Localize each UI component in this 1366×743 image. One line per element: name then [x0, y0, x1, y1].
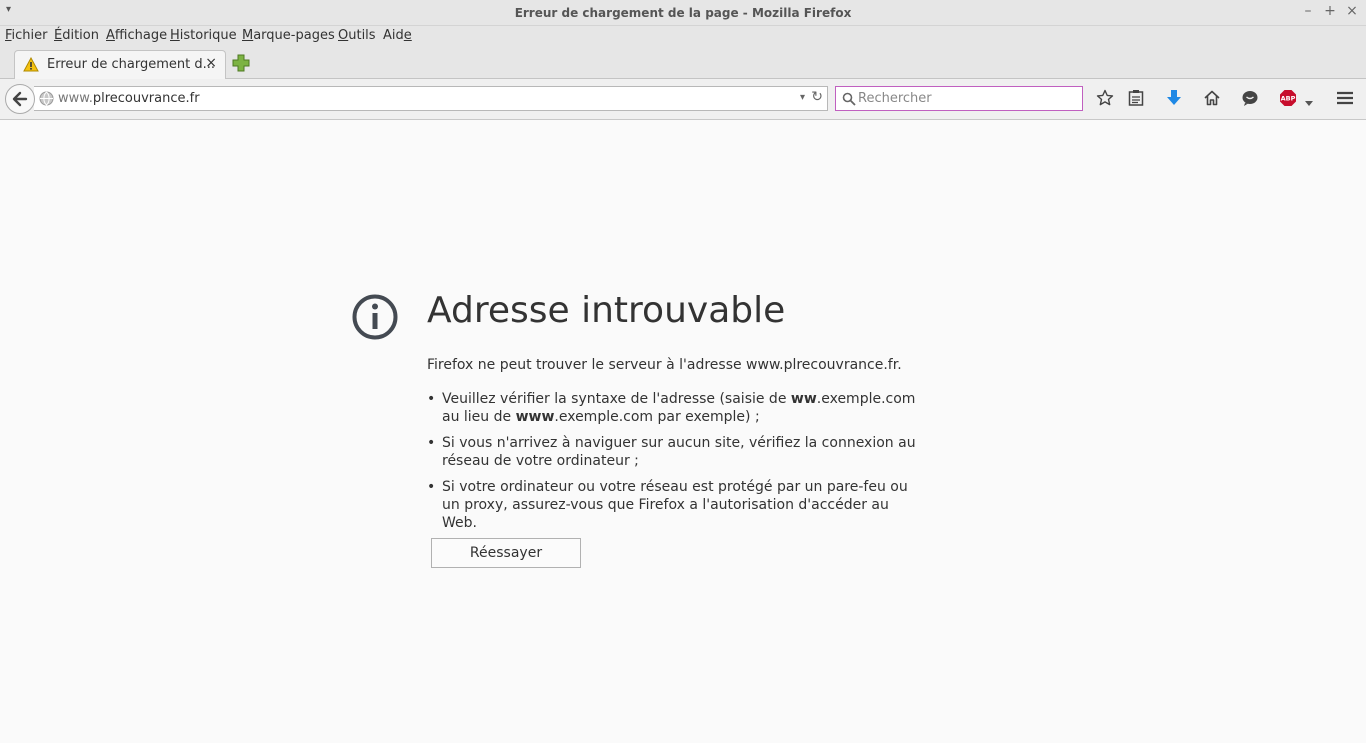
- suggestion-check-syntax: Veuillez vérifier la syntaxe de l'adress…: [427, 390, 927, 426]
- menu-accesskey: É: [54, 28, 63, 43]
- menu-label-post: utils: [348, 28, 376, 43]
- window-title: Erreur de chargement de la page - Mozill…: [514, 6, 852, 20]
- info-icon: [352, 294, 398, 344]
- chat-icon[interactable]: [1241, 89, 1259, 111]
- suggestion-bold: ww: [790, 391, 817, 407]
- url-domain: plrecouvrance.fr: [92, 91, 200, 106]
- error-description: Firefox ne peut trouver le serveur à l'a…: [427, 357, 902, 373]
- tab-title: Erreur de chargement d...: [47, 57, 215, 72]
- window-titlebar: ▾ Erreur de chargement de la page - Mozi…: [0, 0, 1366, 26]
- menu-affichage[interactable]: Affichage: [106, 28, 167, 43]
- menu-fichier[interactable]: Fichier: [5, 28, 48, 43]
- menu-accesskey: O: [338, 28, 349, 43]
- menu-accesskey: M: [242, 28, 254, 43]
- downloads-icon[interactable]: [1166, 89, 1182, 111]
- search-input[interactable]: [858, 89, 1076, 107]
- close-window-button[interactable]: ×: [1344, 3, 1360, 19]
- menu-label-post: istorique: [179, 28, 237, 43]
- suggestion-check-connection: Si vous n'arrivez à naviguer sur aucun s…: [427, 434, 927, 470]
- suggestion-text: .exemple.com par exemple) ;: [554, 409, 760, 425]
- suggestion-check-firewall: Si votre ordinateur ou votre réseau est …: [427, 478, 927, 532]
- menu-label-post: ichier: [11, 28, 48, 43]
- globe-icon: [39, 91, 54, 110]
- reading-list-icon[interactable]: [1128, 89, 1144, 111]
- menu-accesskey: A: [106, 28, 115, 43]
- suggestion-list: Veuillez vérifier la syntaxe de l'adress…: [427, 390, 927, 540]
- url-prefix: www.: [58, 91, 93, 106]
- url-dropmarker-icon[interactable]: ▾: [800, 92, 805, 103]
- warning-icon: [23, 56, 39, 76]
- adblock-plus-icon[interactable]: ABP: [1279, 89, 1297, 111]
- menu-label-post: ffichage: [114, 28, 168, 43]
- menu-label-post: dition: [62, 28, 99, 43]
- minimize-button[interactable]: –: [1300, 3, 1316, 19]
- menu-edition[interactable]: Édition: [54, 28, 99, 43]
- menubar: Fichier Édition Affichage Historique Mar…: [0, 26, 1366, 48]
- menu-historique[interactable]: Historique: [170, 28, 237, 43]
- menu-accesskey: e: [403, 28, 412, 43]
- tab-error-page[interactable]: Erreur de chargement d... ×: [14, 50, 226, 79]
- url-text[interactable]: www.plrecouvrance.fr: [58, 91, 200, 106]
- svg-text:ABP: ABP: [1281, 95, 1296, 103]
- tab-close-icon[interactable]: ×: [205, 55, 217, 71]
- suggestion-text: Veuillez vérifier la syntaxe de l'adress…: [442, 391, 791, 407]
- bookmark-star-icon[interactable]: [1096, 89, 1114, 111]
- search-icon: [842, 91, 856, 110]
- search-bar[interactable]: [835, 86, 1083, 111]
- error-title: Adresse introuvable: [427, 290, 786, 331]
- menu-marque-pages[interactable]: Marque-pages: [242, 28, 335, 43]
- back-button[interactable]: [5, 84, 35, 114]
- menu-accesskey: H: [170, 28, 180, 43]
- maximize-button[interactable]: +: [1322, 3, 1338, 19]
- adblock-dropdown-icon[interactable]: [1304, 93, 1314, 112]
- menu-label-post: arque-pages: [253, 28, 335, 43]
- reload-icon[interactable]: ↻: [811, 89, 823, 105]
- menu-aide[interactable]: Aide: [383, 28, 412, 43]
- url-bar[interactable]: www.plrecouvrance.fr ▾ ↻: [34, 86, 828, 111]
- error-page-content: Adresse introuvable Firefox ne peut trou…: [0, 120, 1366, 743]
- menu-label-pre: Aid: [383, 28, 404, 43]
- navigation-toolbar: www.plrecouvrance.fr ▾ ↻ ABP: [0, 79, 1366, 120]
- home-icon[interactable]: [1203, 89, 1221, 111]
- menu-outils[interactable]: Outils: [338, 28, 376, 43]
- retry-button[interactable]: Réessayer: [431, 538, 581, 568]
- menu-hamburger-icon[interactable]: [1336, 89, 1354, 111]
- suggestion-bold: www: [515, 409, 555, 425]
- back-arrow-icon: [12, 91, 28, 107]
- new-tab-icon[interactable]: [232, 54, 250, 76]
- tab-strip: Erreur de chargement d... ×: [0, 48, 1366, 79]
